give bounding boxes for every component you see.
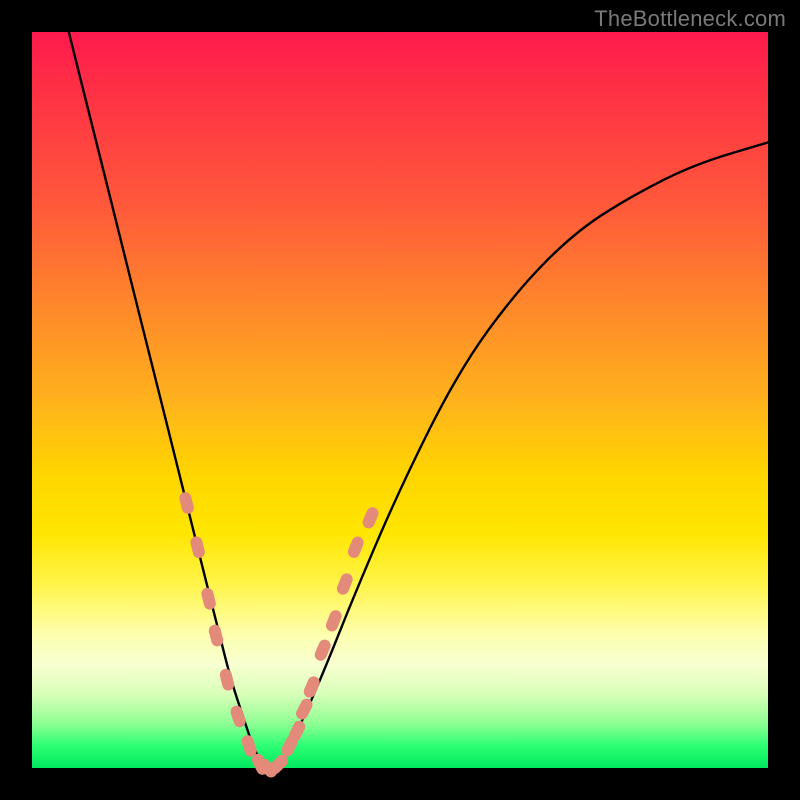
curve-layer [32, 32, 768, 768]
curve-marker [208, 623, 225, 647]
curve-marker [346, 535, 365, 560]
curve-marker [200, 587, 217, 611]
curve-marker [302, 675, 322, 700]
curve-marker [229, 704, 247, 729]
curve-marker [335, 572, 354, 597]
curve-marker [361, 505, 381, 530]
curve-marker [178, 491, 195, 515]
bottleneck-curve [69, 32, 768, 768]
curve-markers [178, 491, 380, 780]
chart-frame: TheBottleneck.com [0, 0, 800, 800]
watermark-text: TheBottleneck.com [594, 6, 786, 32]
curve-marker [219, 668, 236, 692]
plot-area [32, 32, 768, 768]
curve-marker [189, 535, 206, 559]
